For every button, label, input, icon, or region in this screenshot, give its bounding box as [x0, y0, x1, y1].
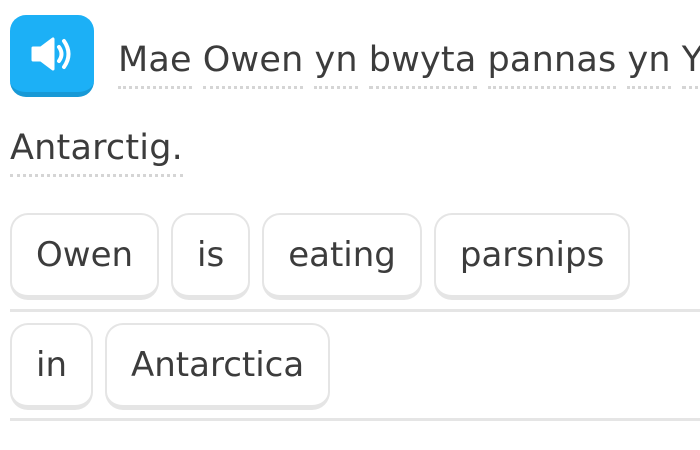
play-audio-button[interactable]: [10, 15, 94, 97]
answer-line-divider: [10, 418, 700, 421]
prompt-word[interactable]: yn: [314, 38, 358, 89]
prompt-word[interactable]: bwyta: [368, 38, 477, 89]
prompt-word[interactable]: Yr: [681, 38, 700, 89]
word-tile[interactable]: parsnips: [433, 213, 631, 300]
word-tile[interactable]: eating: [262, 213, 422, 300]
prompt-sentence-line-1: MaeOwenynbwytapannasynYr: [118, 32, 700, 89]
answer-line-divider: [10, 309, 700, 312]
word-tile[interactable]: is: [171, 213, 251, 300]
prompt-word[interactable]: Antarctig.: [10, 126, 183, 177]
word-tile[interactable]: in: [10, 323, 93, 410]
answer-row: Owen is eating parsnips: [10, 213, 631, 300]
speaker-icon: [29, 35, 75, 73]
word-tile[interactable]: Antarctica: [105, 323, 331, 410]
word-tile[interactable]: Owen: [10, 213, 160, 300]
prompt-word[interactable]: yn: [627, 38, 671, 89]
prompt-word[interactable]: pannas: [487, 38, 617, 89]
prompt-sentence-line-2: Antarctig.: [10, 120, 194, 177]
prompt-word[interactable]: Owen: [202, 38, 304, 89]
answer-row: in Antarctica: [10, 323, 331, 410]
prompt-word[interactable]: Mae: [118, 38, 192, 89]
